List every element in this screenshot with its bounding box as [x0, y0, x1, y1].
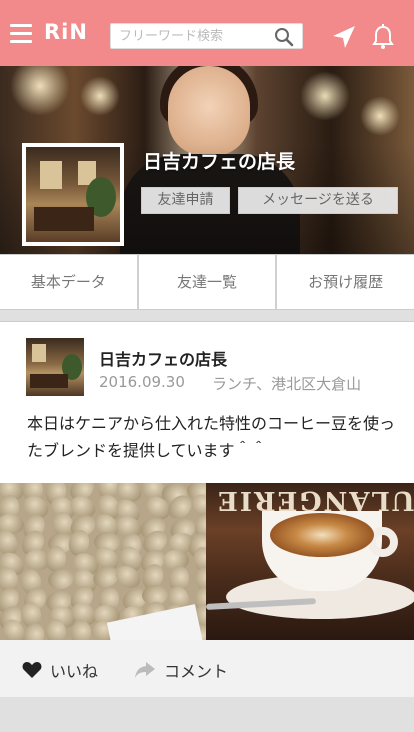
- post-card: 日吉カフェの店長 2016.09.30 ランチ、港北区大倉山 本日はケニアから仕…: [0, 321, 414, 483]
- app-logo[interactable]: RiN: [44, 20, 88, 44]
- notification-bell-icon[interactable]: [372, 24, 394, 50]
- friend-request-button[interactable]: 友達申請: [141, 187, 230, 214]
- tab-basic-data[interactable]: 基本データ: [0, 255, 139, 309]
- bottom-area: [0, 697, 414, 732]
- post-author-avatar[interactable]: [26, 338, 84, 396]
- post-photos: BOULANGERIE: [0, 483, 414, 640]
- top-bar: RiN: [0, 0, 414, 66]
- post-action-bar: いいね コメント: [0, 640, 414, 697]
- app-screen: RiN 日吉カフェの店長 友達申請: [0, 0, 414, 732]
- hamburger-menu-icon[interactable]: [10, 24, 32, 44]
- send-message-button[interactable]: メッセージを送る: [238, 187, 398, 214]
- post-category-location: ランチ、港北区大倉山: [212, 375, 362, 393]
- share-arrow-icon: [135, 662, 155, 678]
- profile-name: 日吉カフェの店長: [143, 151, 296, 173]
- profile-tabs: 基本データ 友達一覧 お預け履歴: [0, 254, 414, 310]
- tab-deposit-history[interactable]: お預け履歴: [277, 255, 414, 309]
- latte-photo[interactable]: BOULANGERIE: [206, 483, 414, 640]
- coffee-beans-photo[interactable]: [0, 483, 206, 640]
- search-icon[interactable]: [274, 27, 294, 47]
- search-box[interactable]: [110, 23, 303, 49]
- post-body-text: 本日はケニアから仕入れた特性のコーヒー豆を使ったブレンドを提供しています＾＾: [27, 414, 396, 460]
- comment-button[interactable]: コメント: [134, 658, 228, 682]
- post-author-name[interactable]: 日吉カフェの店長: [99, 346, 227, 370]
- like-label: いいね: [50, 662, 99, 681]
- location-arrow-icon[interactable]: [331, 24, 357, 50]
- search-input[interactable]: [111, 24, 271, 48]
- like-button[interactable]: いいね: [22, 658, 98, 682]
- tab-friend-list[interactable]: 友達一覧: [139, 255, 278, 309]
- heart-icon: [22, 662, 42, 678]
- comment-label: コメント: [164, 662, 229, 681]
- profile-avatar[interactable]: [22, 143, 124, 246]
- post-date: 2016.09.30: [99, 373, 185, 391]
